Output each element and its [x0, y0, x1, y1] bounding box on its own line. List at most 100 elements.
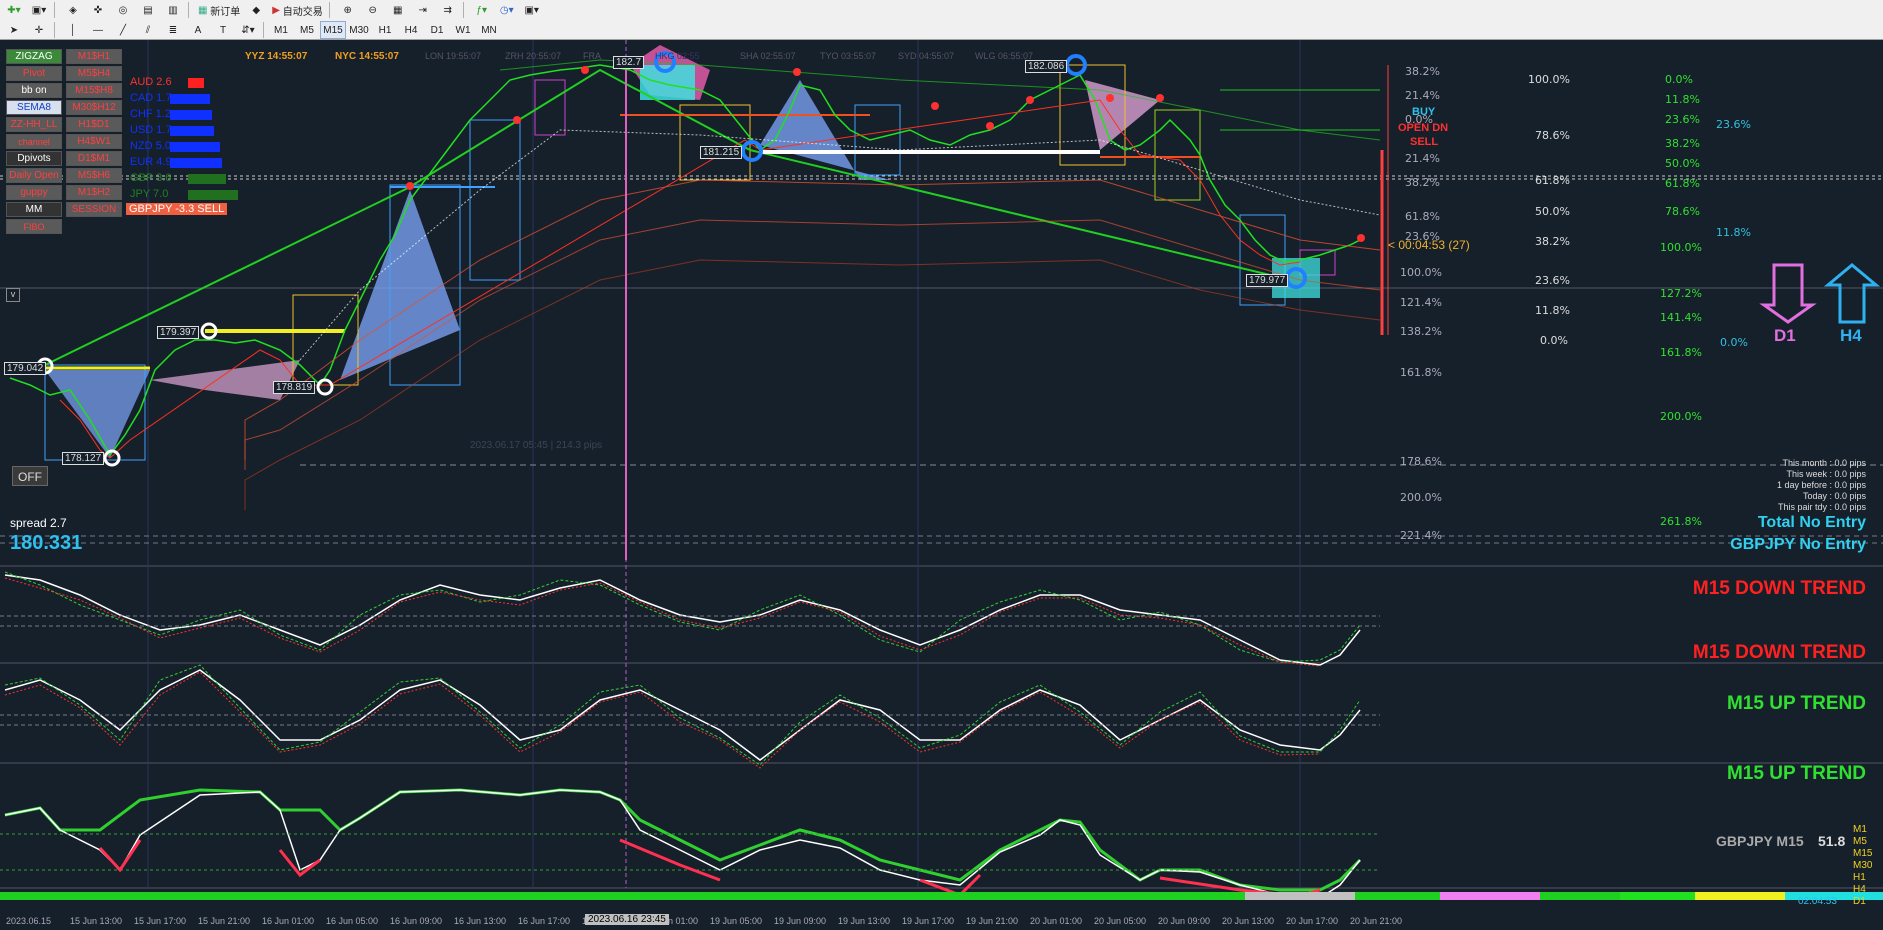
time-axis-label: 16 Jun 17:00 — [518, 916, 571, 926]
btn-zz-hh-ll[interactable]: ZZ-HH_LL — [6, 117, 62, 132]
profiles-icon[interactable]: ▣▾ — [28, 1, 50, 19]
timeframe-m5[interactable]: M5 — [294, 21, 320, 39]
session-fra: FRA — [583, 51, 601, 61]
btn-fibo-label: FIBO — [23, 221, 45, 232]
stoch-line — [4, 574, 1361, 666]
trend-label-3: M15 UP TREND — [1726, 693, 1866, 714]
vertical-line-icon[interactable]: │ — [62, 21, 84, 39]
tf-list-m5: M5 — [1853, 836, 1867, 847]
auto-trading-button[interactable]: ▶ 自动交易 — [270, 1, 324, 19]
rsi-red — [619, 838, 721, 882]
btn-bb[interactable]: bb on — [6, 83, 62, 98]
btn-m5-h6[interactable]: M5$H6 — [66, 168, 122, 183]
btn-h1-d1[interactable]: H1$D1 — [66, 117, 122, 132]
btn-session[interactable]: SESSION — [66, 202, 122, 217]
fractal-dot — [513, 116, 521, 124]
text-icon[interactable]: A — [187, 21, 209, 39]
btn-fibo[interactable]: FIBO — [6, 219, 62, 234]
metaeditor-icon[interactable]: ◆ — [245, 1, 267, 19]
tf-list-d1: D1 — [1853, 896, 1866, 907]
horizontal-line-icon[interactable]: — — [87, 21, 109, 39]
templates-icon[interactable]: ▣▾ — [521, 1, 543, 19]
fibonacci-icon[interactable]: ≣ — [162, 21, 184, 39]
zoom-in-icon[interactable]: ⊕ — [337, 1, 359, 19]
btn-guppy[interactable]: guppy — [6, 185, 62, 200]
new-order-label: 新订单 — [210, 6, 241, 18]
rsi-line — [4, 789, 1361, 899]
btn-mm-label: MM — [25, 204, 43, 215]
range-box — [1154, 109, 1201, 201]
price-label: 178.819 — [273, 381, 316, 394]
btn-daily-open[interactable]: Daily Open — [6, 168, 62, 183]
label-icon[interactable]: T — [212, 21, 234, 39]
btn-h4-w1-label: H4$W1 — [77, 136, 111, 147]
strength-bar-gbp — [188, 174, 226, 184]
data-window-icon[interactable]: ◎ — [112, 1, 134, 19]
market-watch-icon[interactable]: ◈ — [62, 1, 84, 19]
btn-dpivots[interactable]: Dpivots — [6, 151, 62, 166]
btn-sema8[interactable]: SEMA8 — [6, 100, 62, 115]
timeframe-m1[interactable]: M1 — [268, 21, 294, 39]
btn-d1-m1[interactable]: D1$M1 — [66, 151, 122, 166]
watermark: 2023.06.17 05:45 | 214.3 pips — [470, 440, 603, 451]
terminal-icon[interactable]: ▤ — [137, 1, 159, 19]
btn-m15-h8[interactable]: M15$H8 — [66, 83, 122, 98]
autoscroll-icon[interactable]: ⇉ — [437, 1, 459, 19]
btn-h4-w1[interactable]: H4$W1 — [66, 134, 122, 149]
btn-m5-h4[interactable]: M5$H4 — [66, 66, 122, 81]
fib-level: 23.6% — [1405, 230, 1440, 243]
trendline-icon[interactable]: ╱ — [112, 21, 134, 39]
btn-mm[interactable]: MM — [6, 202, 62, 217]
period-icon[interactable]: ◷▾ — [496, 1, 518, 19]
new-order-icon: ▦ — [198, 4, 208, 16]
btn-m30-h12[interactable]: M30$H12 — [66, 100, 122, 115]
timeframe-w1[interactable]: W1 — [450, 21, 476, 39]
fib-level: 100.0% — [1660, 241, 1702, 254]
fractal-dot — [793, 68, 801, 76]
d1-down-arrow-shape — [1759, 263, 1817, 324]
navigator-icon[interactable]: ✜ — [87, 1, 109, 19]
zoom-out-icon[interactable]: ⊖ — [362, 1, 384, 19]
btn-m1-h2[interactable]: M1$H2 — [66, 185, 122, 200]
timeframe-d1[interactable]: D1 — [424, 21, 450, 39]
tester-icon[interactable]: ▥ — [162, 1, 184, 19]
strength-bar-usd — [170, 126, 214, 136]
price-label: 182.7 — [613, 56, 645, 69]
time-axis-label: 19 Jun 13:00 — [838, 916, 891, 926]
price-label: 182.086 — [1025, 60, 1068, 73]
fib-level: 11.8% — [1716, 226, 1751, 239]
fractal-dot — [1156, 94, 1164, 102]
fib-level: 100.0% — [1400, 266, 1442, 279]
btn-channel[interactable]: channel — [6, 134, 62, 149]
tf-list-m1: M1 — [1853, 824, 1867, 835]
btn-guppy-label: guppy — [20, 187, 48, 198]
fib-level: 61.8% — [1535, 174, 1570, 187]
crosshair-icon[interactable]: ✛ — [28, 21, 50, 39]
btn-m1-h1[interactable]: M1$H1 — [66, 49, 122, 64]
session-zrh: ZRH 20:55:07 — [505, 51, 562, 61]
chart-shift-icon[interactable]: ⇥ — [412, 1, 434, 19]
arrows-icon[interactable]: ⇵▾ — [237, 21, 259, 39]
fib-level: 127.2% — [1660, 287, 1702, 300]
timeframe-h4[interactable]: H4 — [398, 21, 424, 39]
timeframe-h1[interactable]: H1 — [372, 21, 398, 39]
fib-level: 141.4% — [1660, 311, 1702, 324]
new-order-button[interactable]: ▦ 新订单 — [196, 1, 242, 19]
fib-level: 200.0% — [1400, 491, 1442, 504]
channel-icon[interactable]: ⫽ — [137, 21, 159, 39]
timeframe-m30[interactable]: M30 — [346, 21, 372, 39]
v-toggle[interactable]: v — [6, 288, 20, 302]
off-button[interactable]: OFF — [12, 466, 48, 486]
timeframe-m15[interactable]: M15 — [320, 21, 346, 39]
btn-zigzag[interactable]: ZIGZAG — [6, 49, 62, 64]
btn-pivot[interactable]: Pivot — [6, 66, 62, 81]
strength-eur: EUR 4.9 — [130, 156, 172, 168]
timeframe-mn[interactable]: MN — [476, 21, 502, 39]
tile-windows-icon[interactable]: ▦ — [387, 1, 409, 19]
chart-area[interactable]: YYZ 14:55:07 NYC 14:55:07 LON 19:55:07 Z… — [0, 40, 1883, 930]
cursor-icon[interactable]: ➤ — [3, 21, 25, 39]
band-line — [499, 59, 1381, 141]
new-chart-icon[interactable]: ✚▾ — [3, 1, 25, 19]
indicators-icon[interactable]: ƒ▾ — [471, 1, 493, 19]
strength-usd: USD 1.7 — [130, 124, 172, 136]
